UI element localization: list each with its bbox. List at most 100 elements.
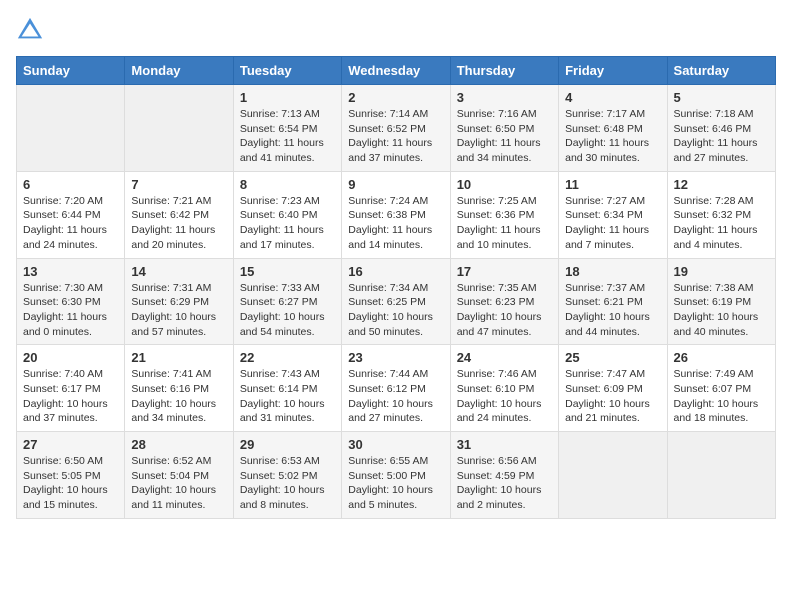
day-number: 1 (240, 90, 335, 105)
day-number: 9 (348, 177, 443, 192)
header-cell-wednesday: Wednesday (342, 57, 450, 85)
calendar-cell: 27 Sunrise: 6:50 AM Sunset: 5:05 PM Dayli… (17, 432, 125, 519)
calendar-cell: 26 Sunrise: 7:49 AM Sunset: 6:07 PM Dayli… (667, 345, 775, 432)
day-number: 7 (131, 177, 226, 192)
day-number: 31 (457, 437, 552, 452)
cell-content: Sunrise: 7:43 AM Sunset: 6:14 PM Dayligh… (240, 367, 335, 426)
calendar-cell: 16 Sunrise: 7:34 AM Sunset: 6:25 PM Dayli… (342, 258, 450, 345)
day-number: 25 (565, 350, 660, 365)
cell-content: Sunrise: 7:31 AM Sunset: 6:29 PM Dayligh… (131, 281, 226, 340)
cell-content: Sunrise: 7:46 AM Sunset: 6:10 PM Dayligh… (457, 367, 552, 426)
cell-content: Sunrise: 7:38 AM Sunset: 6:19 PM Dayligh… (674, 281, 769, 340)
day-number: 30 (348, 437, 443, 452)
cell-content: Sunrise: 6:50 AM Sunset: 5:05 PM Dayligh… (23, 454, 118, 513)
day-number: 11 (565, 177, 660, 192)
day-number: 12 (674, 177, 769, 192)
cell-content: Sunrise: 7:14 AM Sunset: 6:52 PM Dayligh… (348, 107, 443, 166)
cell-content: Sunrise: 7:28 AM Sunset: 6:32 PM Dayligh… (674, 194, 769, 253)
calendar-cell: 9 Sunrise: 7:24 AM Sunset: 6:38 PM Daylig… (342, 171, 450, 258)
cell-content: Sunrise: 7:16 AM Sunset: 6:50 PM Dayligh… (457, 107, 552, 166)
day-number: 3 (457, 90, 552, 105)
calendar-cell: 3 Sunrise: 7:16 AM Sunset: 6:50 PM Daylig… (450, 85, 558, 172)
day-number: 27 (23, 437, 118, 452)
header-cell-thursday: Thursday (450, 57, 558, 85)
header-cell-sunday: Sunday (17, 57, 125, 85)
day-number: 13 (23, 264, 118, 279)
cell-content: Sunrise: 7:33 AM Sunset: 6:27 PM Dayligh… (240, 281, 335, 340)
calendar-cell: 23 Sunrise: 7:44 AM Sunset: 6:12 PM Dayli… (342, 345, 450, 432)
day-number: 29 (240, 437, 335, 452)
week-row-4: 20 Sunrise: 7:40 AM Sunset: 6:17 PM Dayli… (17, 345, 776, 432)
cell-content: Sunrise: 6:53 AM Sunset: 5:02 PM Dayligh… (240, 454, 335, 513)
calendar-cell: 18 Sunrise: 7:37 AM Sunset: 6:21 PM Dayli… (559, 258, 667, 345)
cell-content: Sunrise: 7:44 AM Sunset: 6:12 PM Dayligh… (348, 367, 443, 426)
calendar-cell (17, 85, 125, 172)
calendar-header: SundayMondayTuesdayWednesdayThursdayFrid… (17, 57, 776, 85)
cell-content: Sunrise: 7:21 AM Sunset: 6:42 PM Dayligh… (131, 194, 226, 253)
calendar-cell: 7 Sunrise: 7:21 AM Sunset: 6:42 PM Daylig… (125, 171, 233, 258)
day-number: 20 (23, 350, 118, 365)
calendar-cell: 2 Sunrise: 7:14 AM Sunset: 6:52 PM Daylig… (342, 85, 450, 172)
cell-content: Sunrise: 7:20 AM Sunset: 6:44 PM Dayligh… (23, 194, 118, 253)
day-number: 22 (240, 350, 335, 365)
calendar-cell: 15 Sunrise: 7:33 AM Sunset: 6:27 PM Dayli… (233, 258, 341, 345)
calendar-cell: 20 Sunrise: 7:40 AM Sunset: 6:17 PM Dayli… (17, 345, 125, 432)
calendar-cell: 22 Sunrise: 7:43 AM Sunset: 6:14 PM Dayli… (233, 345, 341, 432)
header-cell-saturday: Saturday (667, 57, 775, 85)
day-number: 23 (348, 350, 443, 365)
week-row-1: 1 Sunrise: 7:13 AM Sunset: 6:54 PM Daylig… (17, 85, 776, 172)
cell-content: Sunrise: 7:27 AM Sunset: 6:34 PM Dayligh… (565, 194, 660, 253)
calendar-cell: 29 Sunrise: 6:53 AM Sunset: 5:02 PM Dayli… (233, 432, 341, 519)
calendar-cell: 12 Sunrise: 7:28 AM Sunset: 6:32 PM Dayli… (667, 171, 775, 258)
day-number: 4 (565, 90, 660, 105)
cell-content: Sunrise: 7:35 AM Sunset: 6:23 PM Dayligh… (457, 281, 552, 340)
cell-content: Sunrise: 7:47 AM Sunset: 6:09 PM Dayligh… (565, 367, 660, 426)
calendar-cell: 5Sunrise: 7:18 AM Sunset: 6:46 PM Daylig… (667, 85, 775, 172)
day-number: 28 (131, 437, 226, 452)
day-number: 2 (348, 90, 443, 105)
calendar-cell: 14 Sunrise: 7:31 AM Sunset: 6:29 PM Dayli… (125, 258, 233, 345)
calendar-cell: 4 Sunrise: 7:17 AM Sunset: 6:48 PM Daylig… (559, 85, 667, 172)
calendar-cell: 28 Sunrise: 6:52 AM Sunset: 5:04 PM Dayli… (125, 432, 233, 519)
calendar-cell: 25 Sunrise: 7:47 AM Sunset: 6:09 PM Dayli… (559, 345, 667, 432)
calendar-cell (559, 432, 667, 519)
cell-content: Sunrise: 7:41 AM Sunset: 6:16 PM Dayligh… (131, 367, 226, 426)
day-number: 15 (240, 264, 335, 279)
day-number: 18 (565, 264, 660, 279)
cell-content: Sunrise: 7:23 AM Sunset: 6:40 PM Dayligh… (240, 194, 335, 253)
day-number: 14 (131, 264, 226, 279)
week-row-5: 27 Sunrise: 6:50 AM Sunset: 5:05 PM Dayli… (17, 432, 776, 519)
calendar-cell: 31 Sunrise: 6:56 AM Sunset: 4:59 PM Dayli… (450, 432, 558, 519)
header-cell-friday: Friday (559, 57, 667, 85)
cell-content: Sunrise: 6:55 AM Sunset: 5:00 PM Dayligh… (348, 454, 443, 513)
calendar-cell: 24Sunrise: 7:46 AM Sunset: 6:10 PM Dayli… (450, 345, 558, 432)
cell-content: Sunrise: 7:37 AM Sunset: 6:21 PM Dayligh… (565, 281, 660, 340)
header-cell-tuesday: Tuesday (233, 57, 341, 85)
calendar-cell: 30 Sunrise: 6:55 AM Sunset: 5:00 PM Dayli… (342, 432, 450, 519)
day-number: 26 (674, 350, 769, 365)
logo (16, 16, 48, 44)
day-number: 21 (131, 350, 226, 365)
cell-content: Sunrise: 6:56 AM Sunset: 4:59 PM Dayligh… (457, 454, 552, 513)
week-row-3: 13 Sunrise: 7:30 AM Sunset: 6:30 PM Dayli… (17, 258, 776, 345)
cell-content: Sunrise: 7:30 AM Sunset: 6:30 PM Dayligh… (23, 281, 118, 340)
calendar-cell: 17 Sunrise: 7:35 AM Sunset: 6:23 PM Dayli… (450, 258, 558, 345)
day-number: 6 (23, 177, 118, 192)
day-number: 10 (457, 177, 552, 192)
cell-content: Sunrise: 7:24 AM Sunset: 6:38 PM Dayligh… (348, 194, 443, 253)
cell-content: Sunrise: 7:17 AM Sunset: 6:48 PM Dayligh… (565, 107, 660, 166)
cell-content: Sunrise: 7:40 AM Sunset: 6:17 PM Dayligh… (23, 367, 118, 426)
cell-content: Sunrise: 7:18 AM Sunset: 6:46 PM Dayligh… (674, 107, 769, 166)
cell-content: Sunrise: 6:52 AM Sunset: 5:04 PM Dayligh… (131, 454, 226, 513)
cell-content: Sunrise: 7:25 AM Sunset: 6:36 PM Dayligh… (457, 194, 552, 253)
calendar-cell: 21 Sunrise: 7:41 AM Sunset: 6:16 PM Dayli… (125, 345, 233, 432)
calendar-table: SundayMondayTuesdayWednesdayThursdayFrid… (16, 56, 776, 519)
day-number: 16 (348, 264, 443, 279)
day-number: 8 (240, 177, 335, 192)
cell-content: Sunrise: 7:13 AM Sunset: 6:54 PM Dayligh… (240, 107, 335, 166)
cell-content: Sunrise: 7:34 AM Sunset: 6:25 PM Dayligh… (348, 281, 443, 340)
day-number: 17 (457, 264, 552, 279)
cell-content: Sunrise: 7:49 AM Sunset: 6:07 PM Dayligh… (674, 367, 769, 426)
header-cell-monday: Monday (125, 57, 233, 85)
header-row: SundayMondayTuesdayWednesdayThursdayFrid… (17, 57, 776, 85)
